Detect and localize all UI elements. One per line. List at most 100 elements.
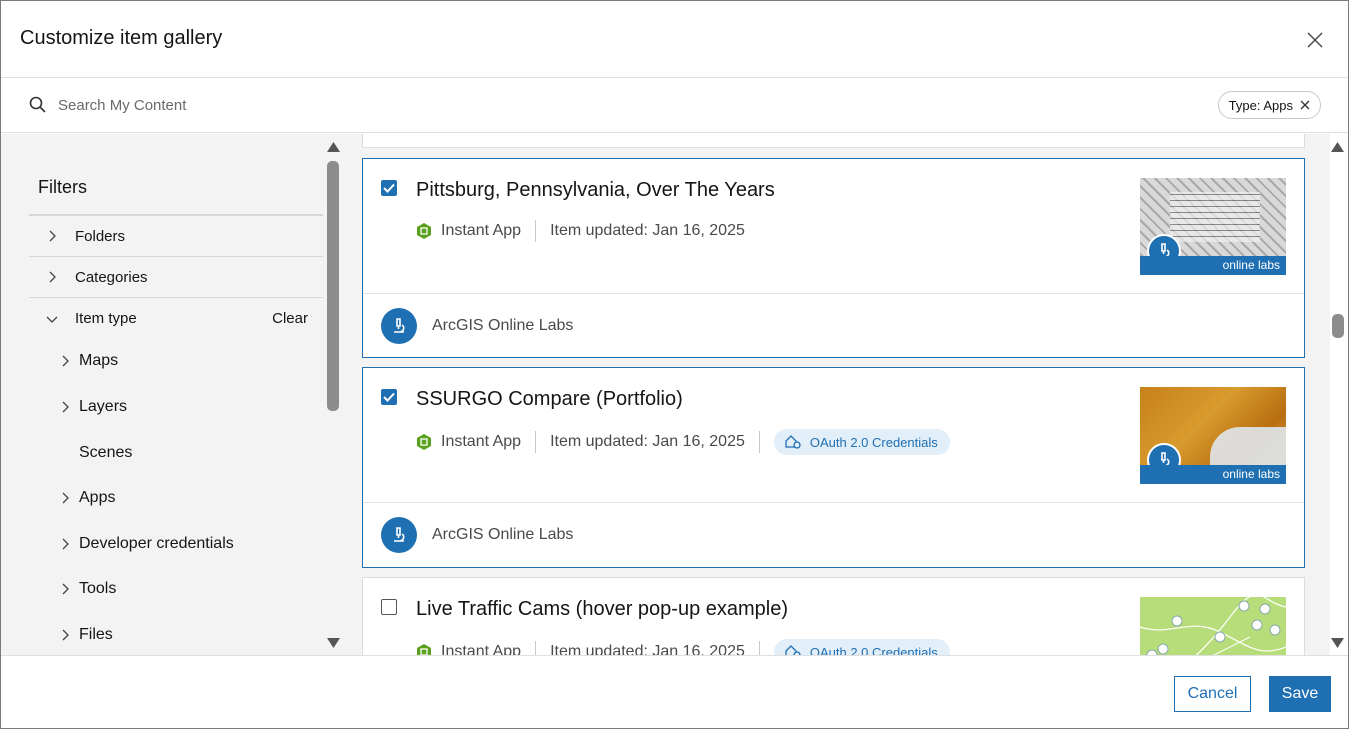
owner-avatar [381, 516, 417, 553]
item-type-tools[interactable]: Tools [51, 569, 311, 609]
item-checkbox[interactable] [381, 389, 397, 405]
scroll-down-icon[interactable] [327, 638, 340, 648]
scroll-down-icon[interactable] [1331, 638, 1344, 648]
item-meta: Instant App Item updated: Jan 16, 2025 [416, 219, 745, 243]
close-button[interactable] [1304, 29, 1326, 51]
filters-title: Filters [38, 177, 87, 197]
search-icon [29, 96, 46, 113]
oauth-credentials-icon [785, 435, 801, 449]
search-input[interactable] [56, 92, 656, 118]
list-item[interactable]: Live Traffic Cams (hover pop-up example)… [362, 577, 1305, 655]
divider [758, 431, 760, 453]
item-thumbnail: online labs [1140, 178, 1286, 275]
item-owner: ArcGIS Online Labs [432, 316, 574, 334]
item-type-scenes[interactable]: Scenes [51, 433, 311, 473]
filter-section-label: Item type [75, 310, 137, 327]
item-type: Instant App [441, 643, 522, 655]
item-title[interactable]: SSURGO Compare (Portfolio) [416, 388, 683, 411]
microscope-icon [394, 526, 405, 542]
thumbnail-banner: online labs [1140, 465, 1286, 484]
item-type-label: Files [79, 626, 113, 643]
item-updated: Item updated: Jan 16, 2025 [550, 433, 745, 450]
item-type: Instant App [441, 433, 522, 450]
close-icon [1307, 32, 1323, 48]
item-type-maps[interactable]: Maps [51, 341, 311, 381]
filter-chip-label: Type: Apps [1228, 97, 1293, 113]
filter-section-item-type[interactable]: Item type Clear [29, 298, 323, 339]
chevron-down-icon [46, 316, 58, 323]
chevron-right-icon [62, 355, 69, 367]
item-checkbox[interactable] [381, 180, 397, 196]
item-title[interactable]: Pittsburg, Pennsylvania, Over The Years [416, 179, 775, 202]
item-updated: Item updated: Jan 16, 2025 [550, 643, 745, 655]
filter-section-categories[interactable]: Categories [29, 257, 323, 298]
item-title[interactable]: Live Traffic Cams (hover pop-up example) [416, 598, 788, 621]
oauth-credentials-icon [785, 645, 801, 655]
chevron-right-icon [62, 492, 69, 504]
item-meta: Instant App Item updated: Jan 16, 2025 O… [416, 639, 950, 656]
item-type-label: Layers [79, 398, 128, 415]
item-type-label: Apps [79, 489, 116, 506]
item-footer: ArcGIS Online Labs [363, 502, 1304, 566]
item-owner: ArcGIS Online Labs [432, 525, 574, 543]
item-type-layers[interactable]: Layers [51, 387, 311, 427]
thumbnail-banner: online labs [1140, 256, 1286, 275]
chevron-right-icon [49, 271, 56, 283]
dialog-actions: Cancel Save [1, 655, 1348, 728]
badge-label: OAuth 2.0 Credentials [809, 434, 938, 450]
divider [535, 431, 537, 453]
credentials-badge: OAuth 2.0 Credentials [773, 429, 950, 455]
item-meta: Instant App Item updated: Jan 16, 2025 O… [416, 429, 950, 455]
scroll-up-icon[interactable] [1331, 142, 1344, 152]
item-type-label: Developer credentials [79, 535, 234, 552]
filters-scrollbar[interactable] [325, 134, 341, 655]
cancel-button[interactable]: Cancel [1174, 676, 1251, 712]
chevron-right-icon [62, 583, 69, 595]
clear-item-type-button[interactable]: Clear [272, 310, 323, 327]
close-icon[interactable] [1300, 100, 1310, 110]
checkmark-icon [383, 183, 395, 193]
dialog-title: Customize item gallery [20, 27, 223, 49]
filter-section-label: Folders [75, 227, 126, 245]
divider [758, 641, 760, 655]
scroll-thumb[interactable] [327, 161, 339, 411]
filter-section-label: Categories [75, 268, 148, 286]
chevron-right-icon [49, 230, 56, 242]
list-item[interactable]: SSURGO Compare (Portfolio) Instant App I… [362, 367, 1305, 568]
owner-avatar [381, 307, 417, 344]
item-updated: Item updated: Jan 16, 2025 [550, 222, 745, 239]
credentials-badge: OAuth 2.0 Credentials [773, 639, 950, 656]
chevron-right-icon [62, 401, 69, 413]
dialog-header: Customize item gallery [1, 1, 1348, 78]
item-type: Instant App [441, 222, 522, 239]
item-footer: ArcGIS Online Labs [363, 293, 1304, 357]
filters-panel: Filters Folders Categories Item type Cle… [1, 134, 344, 655]
search-bar: Type: Apps [1, 78, 1348, 133]
item-checkbox[interactable] [381, 599, 397, 615]
item-type-label: Scenes [79, 444, 133, 461]
item-type-developer-credentials[interactable]: Developer credentials [51, 524, 311, 564]
filter-chip-type-apps[interactable]: Type: Apps [1217, 91, 1321, 119]
item-thumbnail [1140, 597, 1286, 655]
instant-app-icon [417, 644, 431, 655]
badge-label: OAuth 2.0 Credentials [809, 644, 938, 656]
list-item[interactable]: Pittsburg, Pennsylvania, Over The Years … [362, 158, 1305, 358]
item-thumbnail: online labs [1140, 387, 1286, 484]
filter-section-folders[interactable]: Folders [29, 216, 323, 257]
checkmark-icon [383, 392, 395, 402]
divider [535, 641, 537, 655]
list-item [362, 134, 1305, 148]
item-type-label: Tools [79, 580, 117, 597]
instant-app-icon [417, 434, 431, 450]
chevron-right-icon [62, 538, 69, 550]
scroll-up-icon[interactable] [327, 142, 340, 152]
item-type-label: Maps [79, 352, 119, 369]
item-type-files[interactable]: Files [51, 615, 311, 655]
customize-gallery-dialog: Customize item gallery Type: Apps Filter… [0, 0, 1349, 729]
scroll-thumb[interactable] [1332, 314, 1344, 338]
items-list: Pittsburg, Pennsylvania, Over The Years … [344, 134, 1330, 655]
instant-app-icon [417, 223, 431, 239]
save-button[interactable]: Save [1269, 676, 1331, 712]
items-scrollbar[interactable] [1330, 134, 1346, 655]
item-type-apps[interactable]: Apps [51, 478, 311, 518]
